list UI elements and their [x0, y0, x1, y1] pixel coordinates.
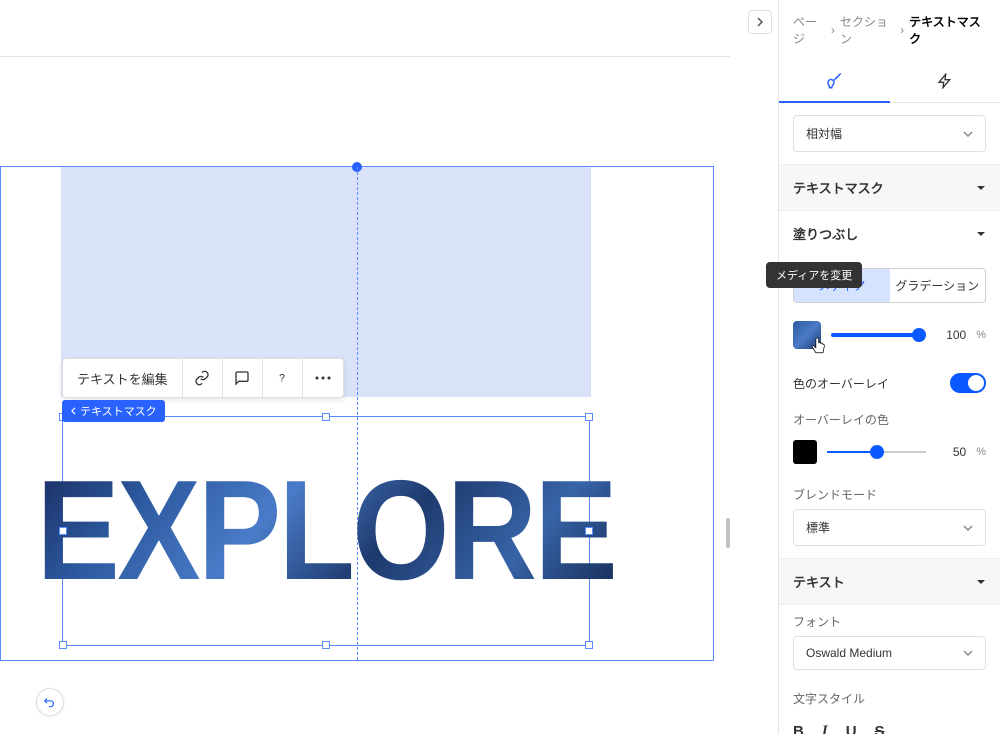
font-value: Oswald Medium [806, 646, 892, 660]
chevron-left-icon [70, 407, 77, 415]
section-text-mask[interactable]: テキストマスク [779, 164, 1000, 211]
bold-button[interactable]: B [793, 723, 804, 734]
strike-button[interactable]: S [875, 723, 885, 734]
svg-text:?: ? [279, 372, 285, 384]
overlay-color-swatch[interactable] [793, 440, 817, 464]
element-label-text: テキストマスク [80, 403, 157, 419]
undo-icon [43, 695, 57, 709]
color-overlay-label: 色のオーバーレイ [793, 375, 889, 392]
edit-text-button[interactable]: テキストを編集 [63, 359, 183, 397]
help-icon: ? [274, 370, 290, 386]
overlay-opacity-unit: % [976, 446, 986, 458]
resize-handle[interactable] [59, 641, 67, 649]
brush-icon [825, 72, 843, 90]
breadcrumb-section[interactable]: セクション [840, 13, 895, 47]
breadcrumb: ページ › セクション › テキストマスク [779, 0, 1000, 60]
canvas-border [0, 56, 730, 57]
inspector-panel: ページ › セクション › テキストマスク 相対幅 テキストマスク 塗りつぶし … [778, 0, 1000, 734]
bolt-icon [937, 73, 953, 89]
panel-resize-handle[interactable] [726, 518, 730, 548]
collapse-panel-button[interactable] [748, 10, 772, 34]
resize-handle[interactable] [322, 413, 330, 421]
more-button[interactable] [303, 359, 343, 397]
help-button[interactable]: ? [263, 359, 303, 397]
panel-tabs [779, 60, 1000, 103]
resize-handle[interactable] [585, 527, 593, 535]
section-text[interactable]: テキスト [779, 558, 1000, 605]
chevron-down-icon [963, 650, 973, 656]
more-icon [315, 376, 331, 380]
chevron-down-icon [963, 525, 973, 531]
resize-handle[interactable] [59, 527, 67, 535]
text-style-label: 文字スタイル [779, 682, 1000, 713]
media-opacity-row: 100 % [779, 315, 1000, 363]
canvas-area[interactable]: テキストを編集 ? テキストマスク EXPLORE [0, 0, 730, 734]
overlay-opacity-slider[interactable] [827, 451, 926, 453]
opacity-unit: % [976, 329, 986, 341]
blend-mode-label: ブレンドモード [779, 478, 1000, 509]
media-thumbnail[interactable] [793, 321, 821, 349]
font-dropdown[interactable]: Oswald Medium [793, 636, 986, 670]
color-overlay-toggle[interactable] [950, 373, 986, 393]
chevron-right-icon [755, 17, 765, 27]
opacity-value[interactable]: 100 [936, 328, 966, 342]
caret-down-icon [976, 231, 986, 237]
tab-interaction[interactable] [890, 60, 1000, 102]
floating-toolbar: テキストを編集 ? [62, 358, 344, 398]
resize-handle[interactable] [585, 413, 593, 421]
caret-down-icon [976, 579, 986, 585]
comment-button[interactable] [223, 359, 263, 397]
undo-button[interactable] [36, 688, 64, 716]
tooltip-change-media: メディアを変更 [778, 262, 862, 288]
comment-icon [234, 370, 250, 386]
link-button[interactable] [183, 359, 223, 397]
link-icon [194, 370, 210, 386]
width-mode-value: 相対幅 [806, 125, 842, 142]
blend-mode-dropdown[interactable]: 標準 [793, 509, 986, 546]
color-overlay-row: 色のオーバーレイ [779, 363, 1000, 403]
italic-button[interactable]: I [822, 723, 828, 734]
slider-thumb[interactable] [912, 328, 926, 342]
blend-mode-value: 標準 [806, 519, 830, 536]
resize-handle[interactable] [585, 641, 593, 649]
chevron-down-icon [963, 131, 973, 137]
section-fill[interactable]: 塗りつぶし [779, 211, 1000, 256]
breadcrumb-page[interactable]: ページ [793, 13, 826, 47]
tab-design[interactable] [779, 60, 890, 102]
overlay-color-label: オーバーレイの色 [779, 403, 1000, 434]
overlay-color-row: 50 % [779, 434, 1000, 478]
slider-thumb[interactable] [870, 445, 884, 459]
resize-handle[interactable] [322, 641, 330, 649]
caret-down-icon [976, 185, 986, 191]
text-style-buttons: B I U S [779, 713, 1000, 734]
opacity-slider[interactable] [831, 333, 926, 337]
overlay-opacity-value[interactable]: 50 [936, 445, 966, 459]
element-label-badge[interactable]: テキストマスク [62, 400, 165, 422]
text-mask-element[interactable]: EXPLORE [62, 416, 590, 646]
width-mode-dropdown[interactable]: 相対幅 [793, 115, 986, 152]
font-label: フォント [779, 605, 1000, 636]
fill-tab-gradient[interactable]: グラデーション [890, 269, 986, 302]
underline-button[interactable]: U [846, 723, 857, 734]
cursor-hand-icon [809, 337, 827, 357]
mask-text[interactable]: EXPLORE [37, 460, 616, 602]
breadcrumb-current: テキストマスク [909, 13, 986, 47]
